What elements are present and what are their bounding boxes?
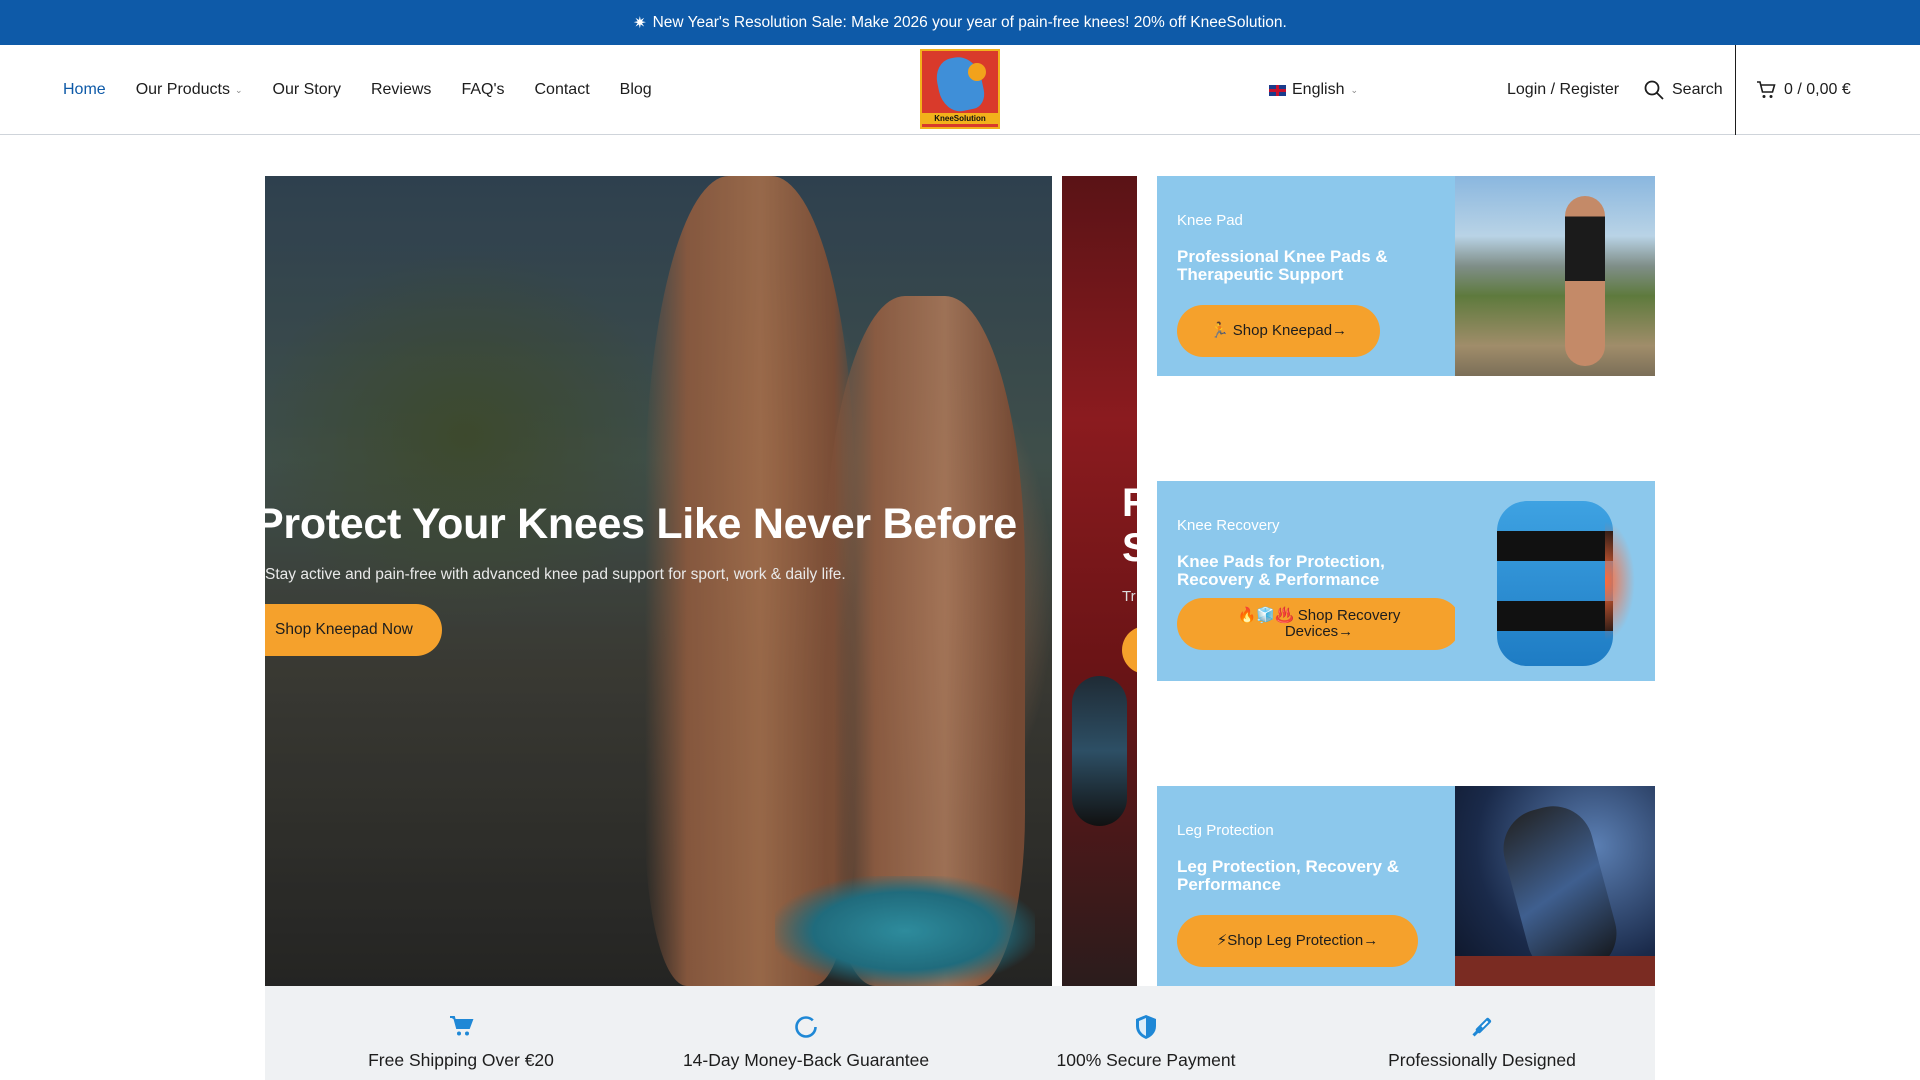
chevron-down-icon: ⌄ [1350, 84, 1359, 95]
heat-glow-shape [1605, 521, 1635, 641]
hero-title: Protect Your Knees Like Never Before [265, 500, 1017, 548]
search-button[interactable]: Search [1644, 45, 1723, 135]
shop-kneepad-button[interactable]: 🏃 Shop Kneepad→ [1177, 305, 1380, 357]
language-selector[interactable]: English ⌄ [1269, 45, 1358, 135]
button-label-line2: Devices→ [1284, 623, 1354, 640]
card-title: Leg Protection, Recovery & Performance [1177, 857, 1400, 894]
cart-icon [1757, 81, 1776, 98]
features-strip: Free Shipping Over €20 14-Day Money-Back… [265, 986, 1655, 1080]
search-label: Search [1672, 81, 1723, 98]
nav-home[interactable]: Home [63, 81, 106, 99]
card-image-runner [1455, 176, 1655, 376]
button-label-line1: 🔥🧊♨️ Shop Recovery [1237, 607, 1401, 624]
hero-slide[interactable]: Protect Your Knees Like Never Before Sta… [265, 176, 1052, 986]
hero-next-subtitle: Tr [1122, 588, 1136, 605]
shop-recovery-devices-button[interactable]: 🔥🧊♨️ Shop Recovery Devices→ [1177, 598, 1461, 650]
hero-next-title-line2: S [1122, 526, 1137, 570]
nav-our-products[interactable]: Our Products ⌄ [136, 81, 243, 99]
feature-secure-payment: 100% Secure Payment [996, 1014, 1296, 1071]
nav-our-products-label: Our Products [135, 81, 230, 98]
cart-total: 0 / 0,00 € [1784, 81, 1851, 98]
language-label: English [1292, 81, 1345, 98]
logo-text: KneeSolution [922, 113, 998, 124]
promo-card-knee-pad[interactable]: Knee Pad Professional Knee Pads & Therap… [1157, 176, 1655, 376]
shop-leg-protection-button[interactable]: ⚡Shop Leg Protection→ [1177, 915, 1418, 967]
site-header: Home Our Products ⌄ Our Story Reviews FAQ… [0, 45, 1920, 135]
hero-next-slide[interactable]: R S Tr [1062, 176, 1137, 986]
nav-contact[interactable]: Contact [535, 81, 590, 99]
refresh-icon [656, 1014, 956, 1040]
uk-flag-icon [1269, 84, 1286, 96]
card-image-sprinter [1455, 786, 1655, 986]
hero-next-title-line1: R [1122, 481, 1137, 525]
card-title: Professional Knee Pads & Therapeutic Sup… [1177, 247, 1388, 284]
main-nav: Home Our Products ⌄ Our Story Reviews FAQ… [63, 45, 652, 135]
site-logo[interactable]: KneeSolution [920, 49, 1000, 129]
sparkle-icon: ✷ [633, 14, 647, 32]
card-title: Knee Pads for Protection, Recovery & Per… [1177, 552, 1385, 589]
feature-free-shipping: Free Shipping Over €20 [311, 1014, 611, 1071]
feature-label: 14-Day Money-Back Guarantee [682, 1050, 930, 1070]
card-category: Knee Pad [1177, 212, 1243, 229]
hero-next-image [1072, 676, 1127, 826]
login-register-link[interactable]: Login / Register [1507, 45, 1619, 135]
strap-shape [1497, 531, 1613, 561]
ice-pack-shape [1497, 501, 1613, 666]
runner-figure [1565, 196, 1605, 366]
nav-blog[interactable]: Blog [620, 81, 652, 99]
card-category: Leg Protection [1177, 822, 1274, 839]
nav-reviews[interactable]: Reviews [371, 81, 431, 99]
header-divider [1735, 45, 1736, 135]
strap-shape [1497, 601, 1613, 631]
announcement-bar: ✷ New Year's Resolution Sale: Make 2026 … [0, 0, 1920, 45]
announcement-text: New Year's Resolution Sale: Make 2026 yo… [652, 13, 1287, 31]
promo-card-knee-recovery[interactable]: Knee Recovery Knee Pads for Protection, … [1157, 481, 1655, 681]
chevron-down-icon: ⌄ [234, 84, 243, 95]
cart-icon [311, 1014, 611, 1040]
feature-label: Professionally Designed [1388, 1050, 1576, 1070]
feature-money-back: 14-Day Money-Back Guarantee [656, 1014, 956, 1071]
nav-faqs[interactable]: FAQ's [461, 81, 504, 99]
feature-label: 100% Secure Payment [1056, 1050, 1236, 1070]
track-shape [1455, 956, 1655, 986]
shield-icon [996, 1014, 1296, 1040]
card-image-ice-pack [1455, 481, 1655, 681]
feature-label: Free Shipping Over €20 [368, 1050, 554, 1070]
cart-button[interactable]: 0 / 0,00 € [1756, 45, 1851, 135]
feature-professionally-designed: Professionally Designed [1332, 1014, 1632, 1071]
hero-subtitle: Stay active and pain-free with advanced … [265, 566, 846, 583]
shop-kneepad-now-button[interactable]: Shop Kneepad Now [265, 604, 442, 656]
tool-icon [1332, 1014, 1632, 1040]
logo-ball-shape [968, 63, 986, 81]
hero-next-cta-button[interactable] [1122, 626, 1137, 674]
card-category: Knee Recovery [1177, 517, 1280, 534]
search-icon [1644, 80, 1664, 100]
nav-our-story[interactable]: Our Story [273, 81, 341, 99]
promo-card-leg-protection[interactable]: Leg Protection Leg Protection, Recovery … [1157, 786, 1655, 986]
